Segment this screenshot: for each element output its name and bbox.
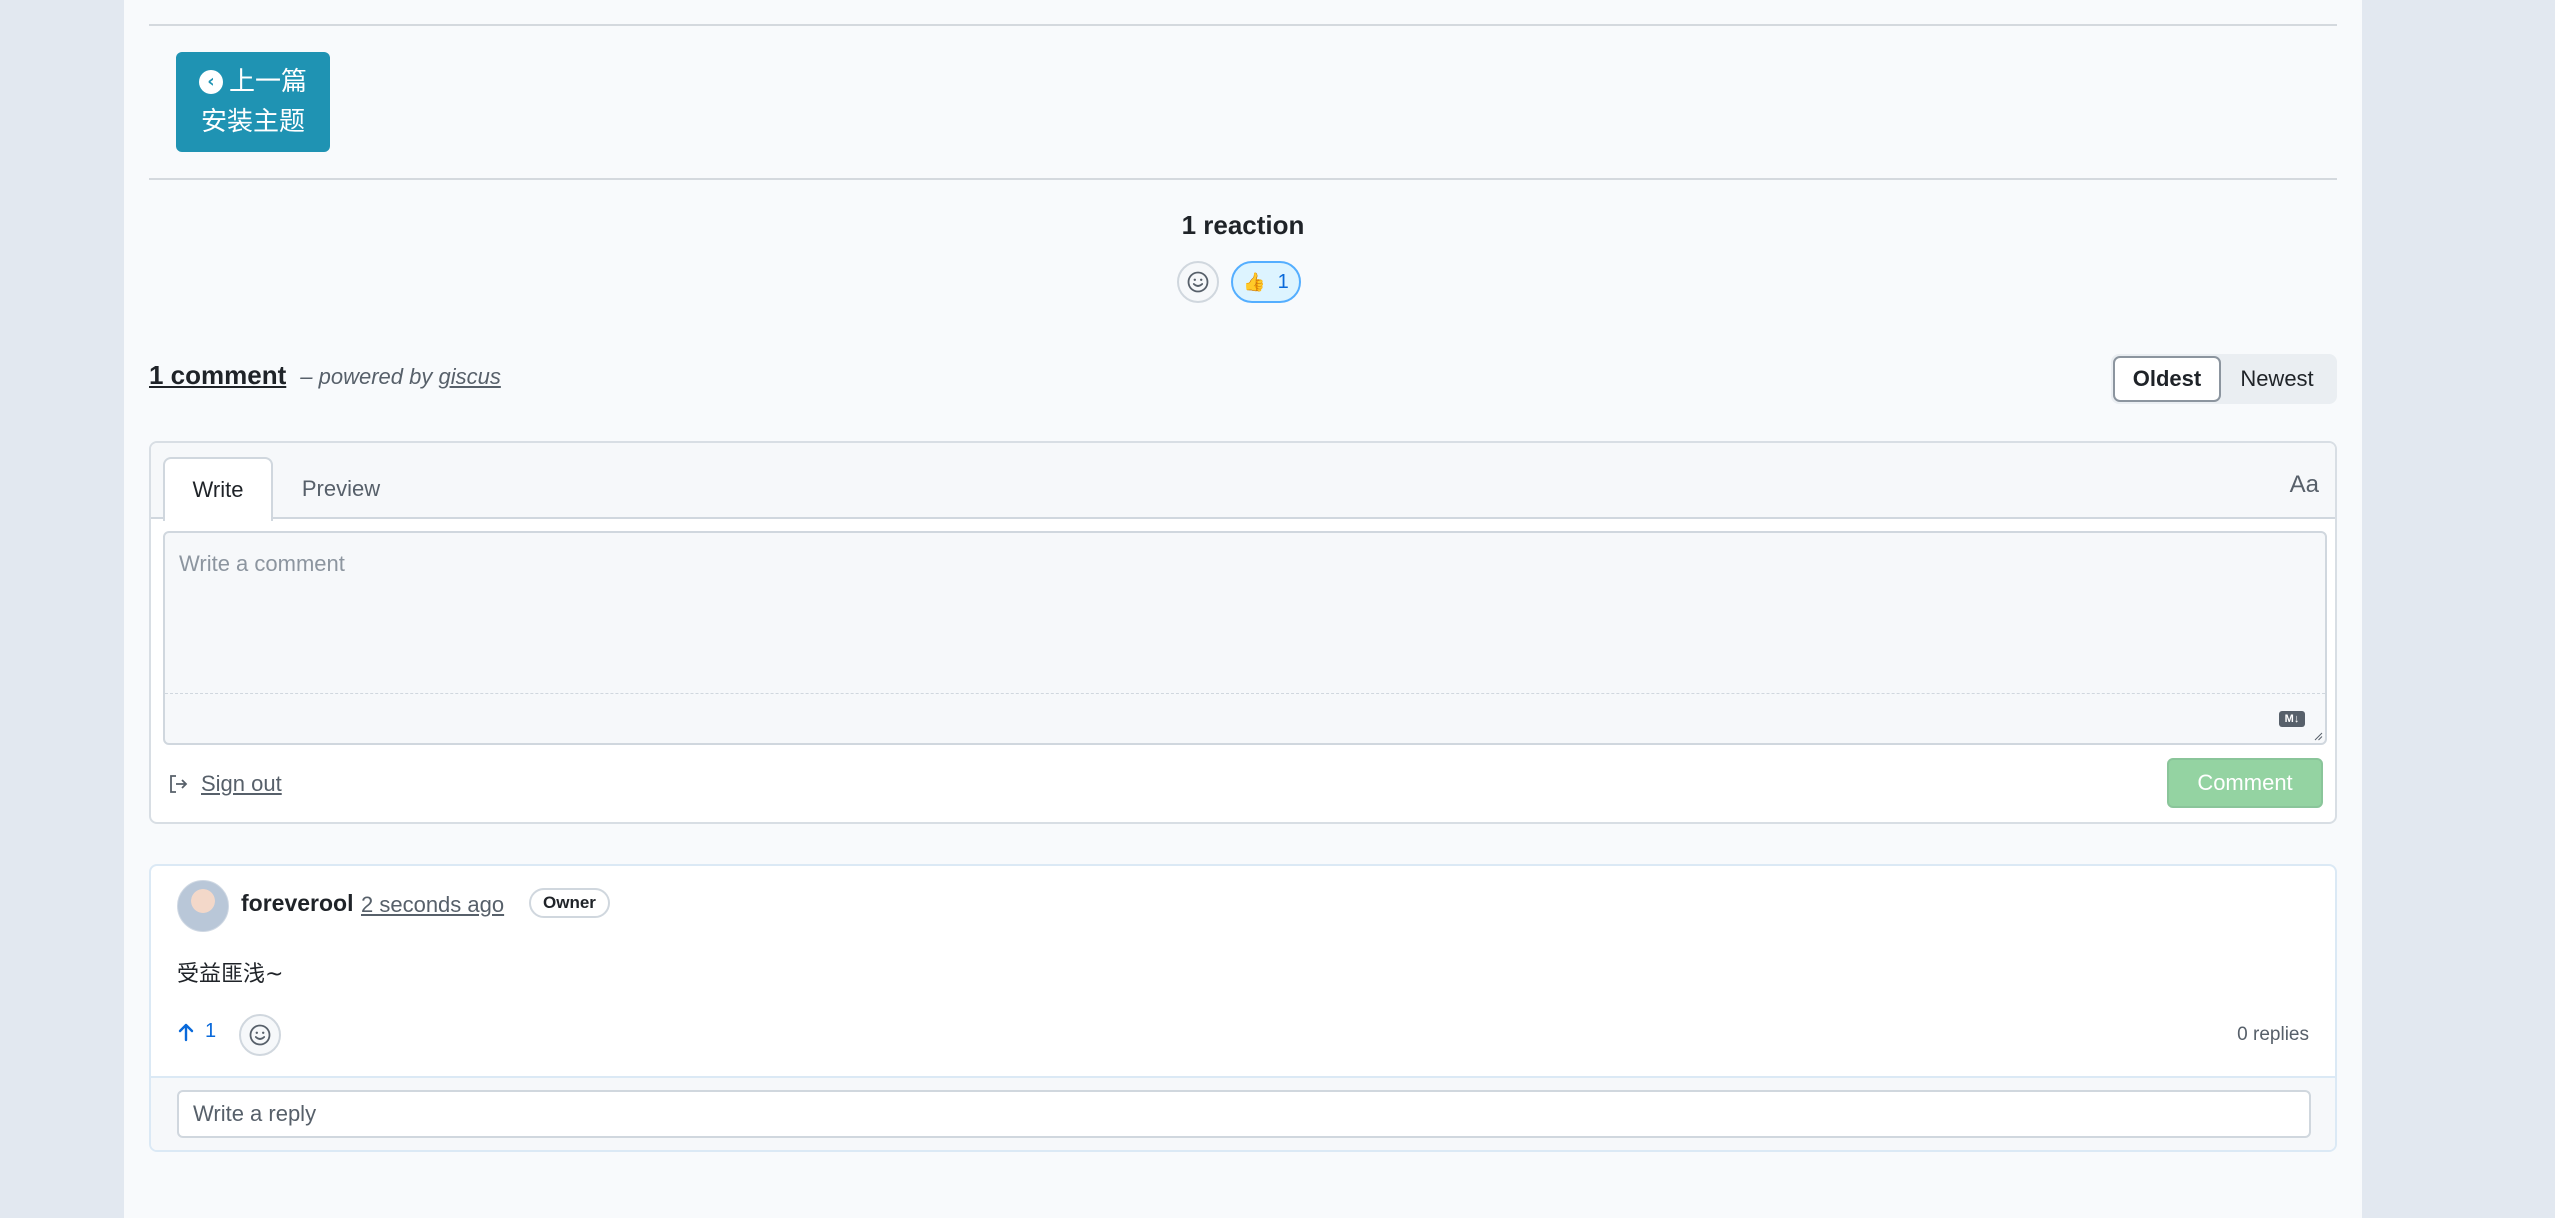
editor-tabs: Write Preview Aa — [151, 443, 2335, 521]
powered-by-prefix: – powered by — [300, 364, 433, 389]
previous-post-button[interactable]: ‹ 上一篇 安装主题 — [176, 52, 330, 152]
upvote-count: 1 — [205, 1020, 217, 1042]
resize-handle-icon[interactable] — [2313, 731, 2323, 741]
upvote-button[interactable]: 1 — [177, 1020, 216, 1043]
comment-timestamp[interactable]: 2 seconds ago — [361, 892, 504, 918]
replies-count: 0 replies — [2237, 1024, 2309, 1045]
submit-comment-button[interactable]: Comment — [2167, 758, 2323, 808]
powered-by-text: – powered by giscus — [300, 364, 501, 390]
reactions-title: 1 reaction — [1181, 210, 1305, 240]
sign-out-link[interactable]: Sign out — [167, 771, 282, 797]
comment-item: foreverool 2 seconds ago Owner 受益匪浅~ 1 0… — [149, 864, 2337, 1152]
markdown-icon: M↓ — [2279, 711, 2305, 727]
divider-middle — [149, 178, 2337, 180]
sort-newest-button[interactable]: Newest — [2221, 356, 2333, 402]
reply-input[interactable]: Write a reply — [177, 1090, 2311, 1138]
arrow-up-icon — [178, 1023, 194, 1041]
previous-post-title: 安装主题 — [200, 107, 305, 137]
avatar[interactable] — [177, 880, 229, 932]
tab-write[interactable]: Write — [163, 457, 273, 521]
comment-textarea[interactable]: Write a comment M↓ — [163, 531, 2327, 745]
reply-area: Write a reply — [151, 1076, 2335, 1150]
format-toggle-button[interactable]: Aa — [2290, 471, 2319, 499]
page-container: ‹ 上一篇 安装主题 1 reaction 👍 1 1 comment – po… — [124, 0, 2362, 1218]
smiley-icon — [249, 1024, 271, 1046]
divider-top — [149, 24, 2337, 26]
giscus-link[interactable]: giscus — [438, 364, 500, 389]
reaction-thumbs-up-button[interactable]: 👍 1 — [1231, 261, 1301, 303]
owner-badge: Owner — [529, 888, 610, 918]
textarea-divider — [165, 693, 2325, 694]
comment-body: 受益匪浅~ — [177, 962, 284, 987]
sort-oldest-button[interactable]: Oldest — [2113, 356, 2221, 402]
add-reaction-button[interactable] — [1177, 261, 1219, 303]
sort-toggle: Oldest Newest — [2111, 354, 2337, 404]
thumbs-up-icon: 👍 — [1243, 271, 1266, 293]
reaction-count: 1 — [1277, 270, 1289, 293]
reactions-row: 👍 1 — [124, 261, 2362, 303]
comment-count-link[interactable]: 1 comment — [149, 360, 286, 391]
comments-header: 1 comment – powered by giscus — [149, 360, 501, 391]
comment-placeholder: Write a comment — [179, 551, 345, 576]
chevron-left-circle-icon: ‹ — [198, 70, 223, 94]
sign-out-label: Sign out — [201, 771, 282, 796]
comment-editor: Write Preview Aa Write a comment M↓ Sign… — [149, 441, 2337, 824]
previous-post-label: 上一篇 — [228, 67, 307, 97]
tab-preview[interactable]: Preview — [291, 457, 391, 521]
comment-add-reaction-button[interactable] — [239, 1014, 281, 1056]
sign-out-icon — [170, 775, 188, 793]
smiley-icon — [1187, 271, 1209, 293]
comment-author[interactable]: foreverool — [241, 890, 353, 917]
